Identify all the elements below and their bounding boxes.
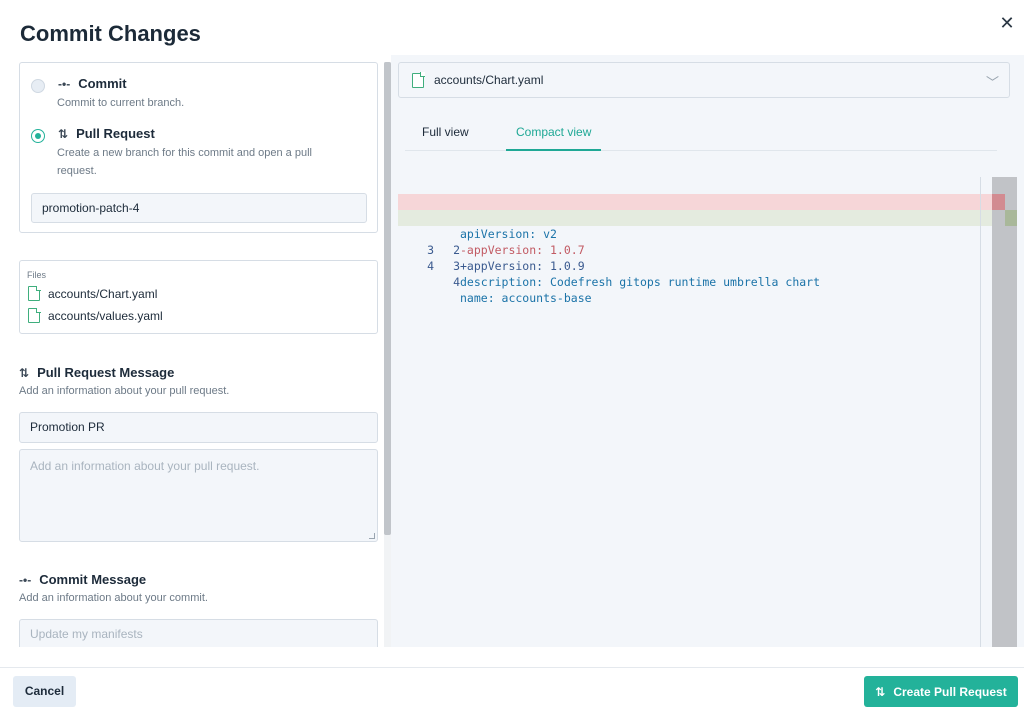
commit-radio[interactable] [31, 79, 45, 93]
diff-view-tabs: Full view Compact view [405, 121, 997, 151]
dialog-title: Commit Changes [20, 21, 201, 46]
old-line-number: 4 [427, 259, 434, 273]
commit-message-title: -•- Commit Message [19, 572, 146, 587]
tab-full-view[interactable]: Full view [422, 121, 469, 151]
tab-compact-view[interactable]: Compact view [506, 121, 602, 151]
left-panel: -•- Commit Commit to current branch. ⇅ P… [0, 55, 382, 647]
commit-option[interactable]: -•- Commit [58, 76, 127, 91]
file-icon [28, 285, 41, 301]
pull-request-icon: ⇅ [58, 126, 69, 141]
new-line-number: 4 [453, 275, 460, 289]
files-label: Files [27, 270, 47, 280]
file-name: accounts/Chart.yaml [48, 286, 158, 301]
file-item[interactable]: accounts/Chart.yaml [28, 285, 158, 301]
diff-file-select-value: accounts/Chart.yaml [434, 73, 544, 87]
commit-option-label: Commit [78, 76, 127, 91]
pr-message-description: Add an information about your pull reque… [19, 385, 230, 397]
pr-body-textarea[interactable]: Add an information about your pull reque… [19, 449, 378, 542]
commit-message-title-label: Commit Message [39, 572, 147, 587]
diff-line: 4 4 name: accounts-base [398, 242, 998, 305]
diff-line: 3 3 description: Codefresh gitops runtim… [398, 226, 998, 289]
pull-request-icon: ⇅ [875, 684, 886, 699]
file-item[interactable]: accounts/values.yaml [28, 307, 163, 323]
diff-editor[interactable]: 1 1 apiVersion: v2 2 -appVersion: 1.0.7 … [398, 177, 1017, 647]
diff-line-removed: 2 -appVersion: 1.0.7 [398, 194, 998, 257]
commit-message-input[interactable]: Update my manifests [19, 619, 378, 647]
diff-code: description: Codefresh gitops runtime um… [460, 275, 821, 289]
cancel-button[interactable]: Cancel [13, 676, 76, 707]
left-scrollbar-thumb[interactable] [384, 62, 391, 535]
create-pull-request-label: Create Pull Request [893, 684, 1007, 699]
pull-request-icon: ⇅ [19, 365, 30, 380]
pull-request-option-label: Pull Request [76, 126, 155, 141]
diff-line-added: 2 +appVersion: 1.0.9 [398, 210, 998, 273]
diff-code: name: accounts-base [460, 291, 592, 305]
diff-code: +appVersion: 1.0.9 [460, 259, 585, 273]
overview-divider [980, 177, 981, 647]
diff-panel: accounts/Chart.yaml ﹀ Full view Compact … [391, 55, 1024, 647]
commit-option-description: Commit to current branch. [57, 97, 185, 109]
branch-name-input[interactable]: promotion-patch-4 [31, 193, 367, 223]
pr-message-title-label: Pull Request Message [37, 365, 175, 380]
diff-file-select[interactable]: accounts/Chart.yaml ﹀ [398, 62, 1010, 98]
pull-request-option-description: Create a new branch for this commit and … [57, 147, 312, 177]
new-line-number: 3 [453, 259, 460, 273]
file-icon [412, 72, 425, 88]
diff-line: 1 1 apiVersion: v2 [398, 178, 998, 241]
ruler-mark-removed [992, 194, 1005, 210]
pr-message-title: ⇅ Pull Request Message [19, 365, 174, 380]
ruler-mark-added [1005, 210, 1017, 226]
resize-handle-icon[interactable] [369, 533, 375, 539]
commit-message-description: Add an information about your commit. [19, 592, 208, 604]
commit-icon: -•- [19, 572, 32, 587]
pull-request-radio[interactable] [31, 129, 45, 143]
close-icon[interactable]: ✕ [998, 14, 1016, 32]
create-pull-request-button[interactable]: ⇅ Create Pull Request [864, 676, 1018, 707]
file-icon [28, 307, 41, 323]
overview-ruler[interactable] [992, 177, 1017, 647]
pr-title-input[interactable]: Promotion PR [19, 412, 378, 443]
commit-type-group: -•- Commit Commit to current branch. ⇅ P… [19, 62, 378, 233]
commit-icon: -•- [58, 76, 71, 91]
pr-body-placeholder: Add an information about your pull reque… [30, 459, 260, 473]
files-list: Files accounts/Chart.yaml accounts/value… [19, 260, 378, 334]
pull-request-option[interactable]: ⇅ Pull Request [58, 126, 155, 141]
file-name: accounts/values.yaml [48, 308, 163, 323]
chevron-down-icon: ﹀ [985, 75, 999, 90]
